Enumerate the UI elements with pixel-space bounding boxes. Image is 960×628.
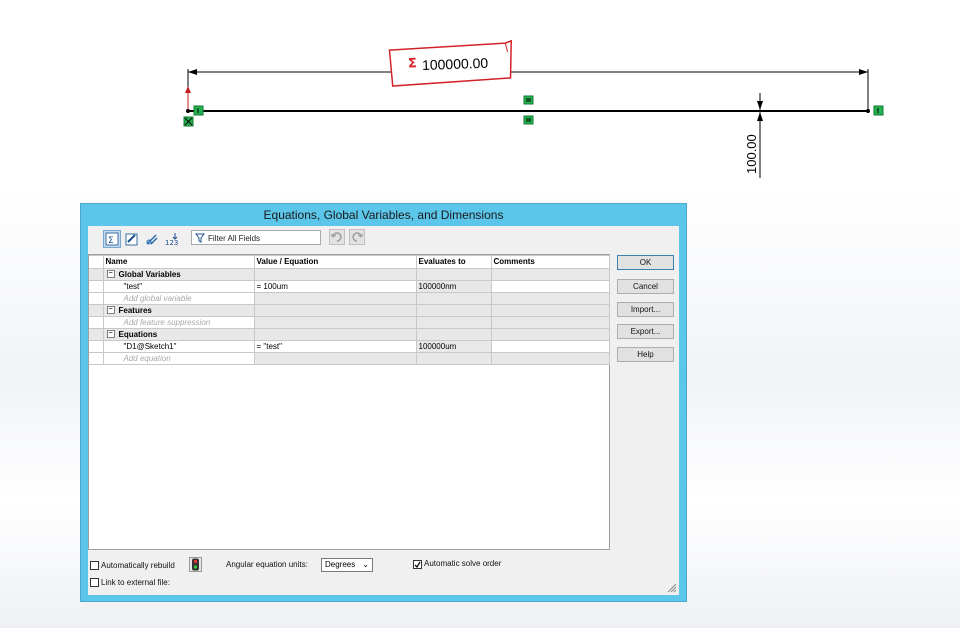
link-external-label: Link to external file:: [101, 578, 170, 587]
empty-cell: [415, 316, 492, 329]
section-label-text: Global Variables: [118, 269, 181, 279]
section-cell: [490, 328, 610, 341]
add-row[interactable]: Add global variable: [89, 292, 610, 305]
add-global-variable-cell[interactable]: Add global variable: [102, 292, 255, 305]
filter-placeholder: Filter All Fields: [208, 234, 261, 243]
section-label-text: Equations: [118, 329, 158, 339]
add-row[interactable]: Add equation: [89, 352, 610, 365]
table-row[interactable]: "D1@Sketch1" = "test" 100000um: [89, 340, 610, 353]
empty-cell: [490, 352, 610, 365]
auto-rebuild-label: Automatically rebuild: [101, 561, 175, 570]
checkmark-icon: [414, 561, 421, 569]
row-header: [89, 280, 104, 293]
resize-grip-icon[interactable]: [667, 583, 677, 593]
filter-icon: [195, 233, 205, 243]
section-cell: [415, 268, 492, 281]
empty-cell: [415, 352, 492, 365]
empty-cell: [490, 292, 610, 305]
redo-icon[interactable]: [349, 229, 365, 245]
collapse-icon[interactable]: −: [106, 270, 115, 279]
empty-cell: [253, 352, 417, 365]
auto-rebuild-checkbox[interactable]: [90, 561, 99, 570]
evaluates-cell: 100000um: [415, 340, 492, 353]
empty-cell: [415, 292, 492, 305]
table-row[interactable]: "test" = 100um 100000nm: [89, 280, 610, 293]
help-button[interactable]: Help: [617, 347, 674, 362]
collapse-icon[interactable]: −: [106, 306, 115, 315]
value-cell[interactable]: = "test": [253, 340, 417, 353]
export-button[interactable]: Export...: [617, 324, 674, 339]
rebuild-traffic-light-icon[interactable]: [189, 557, 202, 572]
vertical-dimension-value[interactable]: 100.00: [744, 134, 759, 174]
sigma-icon: Σ: [407, 56, 418, 72]
add-equation-cell[interactable]: Add equation: [102, 352, 255, 365]
column-header-value[interactable]: Value / Equation: [253, 255, 417, 269]
sketch-geometry: [183, 69, 884, 178]
add-row[interactable]: Add feature suppression: [89, 316, 610, 329]
dialog-client: Σ 123 Filter All Fields Name Value / Equ…: [88, 226, 679, 595]
svg-text:Σ: Σ: [108, 236, 114, 246]
comments-cell[interactable]: [490, 280, 610, 293]
row-header: [89, 352, 104, 365]
comments-cell[interactable]: [490, 340, 610, 353]
section-cell: [253, 328, 417, 341]
section-label[interactable]: − Features: [102, 304, 255, 317]
import-button[interactable]: Import...: [617, 302, 674, 317]
section-cell: [415, 304, 492, 317]
section-features[interactable]: − Features: [89, 304, 610, 317]
section-cell: [253, 268, 417, 281]
ordered-view-icon[interactable]: 123: [163, 230, 181, 248]
column-header-comments[interactable]: Comments: [490, 255, 610, 269]
sketch-canvas[interactable]: Σ 100000.00 100.00: [0, 0, 960, 200]
cancel-button[interactable]: Cancel: [617, 279, 674, 294]
row-header: [89, 328, 104, 341]
evaluates-cell: 100000nm: [415, 280, 492, 293]
empty-cell: [490, 316, 610, 329]
angular-units-label: Angular equation units:: [226, 560, 308, 569]
empty-cell: [253, 292, 417, 305]
dialog-title[interactable]: Equations, Global Variables, and Dimensi…: [81, 204, 686, 226]
undo-icon[interactable]: [329, 229, 345, 245]
empty-cell: [253, 316, 417, 329]
grid-header-row: Name Value / Equation Evaluates to Comme…: [89, 255, 610, 269]
horizontal-dimension-value[interactable]: 100000.00: [422, 55, 489, 73]
auto-solve-label: Automatic solve order: [424, 559, 502, 568]
column-header-evaluates[interactable]: Evaluates to: [415, 255, 492, 269]
row-header: [89, 316, 104, 329]
collapse-icon[interactable]: −: [106, 330, 115, 339]
equation-view-icon[interactable]: Σ: [103, 230, 121, 248]
row-header: [89, 268, 104, 281]
svg-text:123: 123: [165, 239, 178, 246]
angular-units-value: Degrees: [325, 560, 356, 569]
row-header: [89, 292, 104, 305]
row-header-corner: [89, 255, 104, 269]
horizontal-dimension-annotation[interactable]: Σ 100000.00: [387, 39, 514, 88]
sketch-equation-view-icon[interactable]: [123, 230, 141, 248]
name-cell[interactable]: "D1@Sketch1": [102, 340, 255, 353]
section-equations[interactable]: − Equations: [89, 328, 610, 341]
section-cell: [415, 328, 492, 341]
angular-units-select[interactable]: Degrees ⌄: [321, 558, 373, 572]
row-header: [89, 304, 104, 317]
ok-button[interactable]: OK: [617, 255, 674, 270]
equations-grid[interactable]: Name Value / Equation Evaluates to Comme…: [88, 254, 610, 550]
section-label[interactable]: − Global Variables: [102, 268, 255, 281]
name-cell[interactable]: "test": [102, 280, 255, 293]
section-label-text: Features: [118, 305, 152, 315]
dimension-view-icon[interactable]: [143, 230, 161, 248]
section-cell: [253, 304, 417, 317]
section-label[interactable]: − Equations: [102, 328, 255, 341]
row-header: [89, 340, 104, 353]
column-header-name[interactable]: Name: [102, 255, 255, 269]
add-feature-suppression-cell[interactable]: Add feature suppression: [102, 316, 255, 329]
chevron-down-icon: ⌄: [362, 560, 369, 569]
filter-input[interactable]: Filter All Fields: [191, 230, 321, 245]
section-cell: [490, 304, 610, 317]
equations-dialog: Equations, Global Variables, and Dimensi…: [80, 203, 687, 602]
auto-solve-checkbox[interactable]: [413, 560, 422, 569]
section-cell: [490, 268, 610, 281]
value-cell[interactable]: = 100um: [253, 280, 417, 293]
link-external-checkbox[interactable]: [90, 578, 99, 587]
section-global-variables[interactable]: − Global Variables: [89, 268, 610, 281]
